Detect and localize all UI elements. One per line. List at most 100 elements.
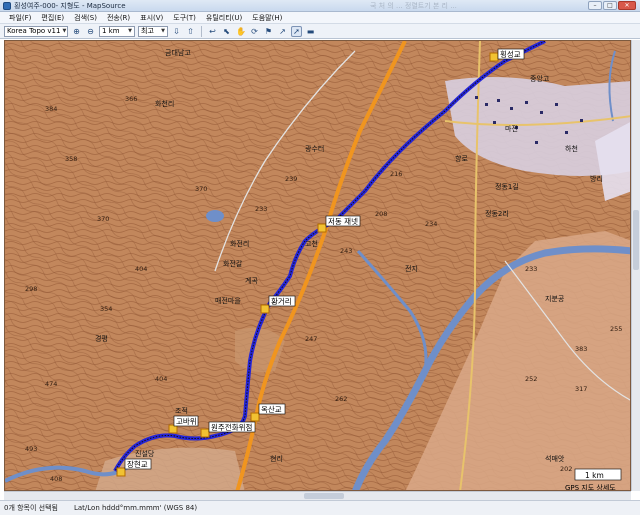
background-window-title: 국 처 의 ... 정렬트기 본 리 ... [370, 2, 457, 10]
window-title: 횡성여주-000- 지형도 - MapSource [14, 2, 126, 10]
app-icon [3, 2, 11, 10]
select-tool-icon[interactable]: ⬉ [221, 26, 232, 37]
elevation-label: 408 [50, 475, 62, 483]
route-tool-icon[interactable]: ↩ [207, 26, 218, 37]
place-label: 지분공 [545, 294, 565, 303]
elevation-label: 255 [610, 325, 622, 333]
waypoint-label: 장현교 [127, 459, 148, 469]
place-label: 현리 [270, 454, 283, 463]
menu-edit[interactable]: 편집(E) [36, 13, 69, 23]
place-label: 고천 [305, 239, 318, 248]
place-label: 광수터 [305, 144, 324, 153]
place-label: 하천 [565, 144, 578, 153]
selection-status: 0개 항목이 선택됨 [4, 504, 58, 512]
waypoint-label: 황거리 [271, 296, 292, 306]
elevation-label: 384 [45, 105, 57, 113]
maximize-button[interactable]: □ [603, 1, 617, 10]
place-label: 계곡 [245, 276, 258, 285]
toolbar-divider [201, 25, 202, 37]
place-label: 석매앗 [545, 454, 565, 463]
elevation-label: 216 [390, 170, 402, 178]
elevation-label: 262 [335, 395, 347, 403]
menu-help[interactable]: 도움말(H) [247, 13, 287, 23]
elevation-label: 234 [425, 220, 437, 228]
hand-pan-icon[interactable]: ✋ [235, 26, 246, 37]
elevation-label: 239 [285, 175, 297, 183]
map-product-select[interactable]: Korea Topo v11 ▼ [4, 25, 68, 37]
menu-tools[interactable]: 도구(T) [168, 13, 201, 23]
chevron-down-icon: ▼ [161, 27, 165, 34]
scale-bar-label: 1 km [585, 471, 604, 480]
close-button[interactable]: ✕ [618, 1, 636, 10]
menu-search[interactable]: 검색(S) [69, 13, 102, 23]
elevation-label: 298 [25, 285, 37, 293]
detail-level-select[interactable]: 최고 ▼ [138, 25, 168, 37]
measure-tool-icon[interactable]: ▬ [305, 26, 316, 37]
place-label: 화전리 [230, 239, 249, 248]
elevation-label: 383 [575, 345, 587, 353]
place-label: 전지 [405, 264, 418, 273]
title-bar: 횡성여주-000- 지형도 - MapSource 국 처 의 ... 정렬트기… [0, 0, 640, 12]
elevation-label: 208 [375, 210, 387, 218]
elevation-label: 247 [305, 335, 317, 343]
vertical-scroll-thumb[interactable] [633, 210, 639, 270]
waypoint-label: 원주전화위점 [211, 422, 252, 432]
menu-transfer[interactable]: 전송(R) [102, 13, 135, 23]
pointer-tool-icon[interactable]: ➚ [291, 25, 302, 37]
vertical-scrollbar[interactable] [631, 40, 640, 491]
place-label: 방리 [590, 174, 603, 183]
elevation-label: 404 [135, 265, 147, 273]
place-label: 금대남고 [165, 48, 191, 57]
map-view[interactable]: 횡성교 저동 재넷 황거리 옥산교 원주전화위점 고바위 장현교 금대남고 화전… [4, 40, 631, 491]
detail-level-value: 최고 [141, 26, 154, 35]
chevron-down-icon: ▼ [62, 27, 67, 34]
place-label: 정동2리 [485, 209, 509, 218]
place-label: 중앙고 [530, 75, 550, 83]
waypoint-label: 횡성교 [500, 49, 521, 59]
elevation-label: 474 [45, 380, 57, 388]
menu-utilities[interactable]: 유틸리티(U) [201, 13, 247, 23]
topo-map[interactable]: 횡성교 저동 재넷 황거리 옥산교 원주전화위점 고바위 장현교 금대남고 화전… [5, 41, 631, 491]
horizontal-scroll-thumb[interactable] [304, 493, 344, 499]
send-to-device-icon[interactable]: ⇧ [185, 26, 196, 37]
scale-bar: 1 km [574, 468, 622, 481]
menu-view[interactable]: 표시(V) [135, 13, 168, 23]
elevation-label: 370 [195, 185, 207, 193]
elevation-label: 358 [65, 155, 77, 163]
elevation-label: 366 [125, 95, 137, 103]
elevation-label: 317 [575, 385, 587, 393]
receive-from-device-icon[interactable]: ⇩ [171, 26, 182, 37]
menu-bar: 파일(F) 편집(E) 검색(S) 전송(R) 표시(V) 도구(T) 유틸리티… [0, 12, 640, 24]
elevation-label: 354 [100, 305, 112, 313]
status-bar: 0개 항목이 선택됨 Lat/Lon hddd°mm.mmm' (WGS 84) [0, 500, 640, 515]
place-label: 조적 [175, 406, 188, 415]
elevation-label: 370 [97, 215, 109, 223]
place-label: 화전갈 [223, 259, 243, 268]
menu-file[interactable]: 파일(F) [4, 13, 36, 23]
elevation-label: 252 [525, 375, 537, 383]
window-controls: – □ ✕ [588, 1, 636, 10]
zoom-in-icon[interactable]: ⊕ [71, 26, 82, 37]
zoom-out-icon[interactable]: ⊖ [85, 26, 96, 37]
map-product-value: Korea Topo v11 [7, 26, 61, 35]
rotate-tool-icon[interactable]: ⟳ [249, 26, 260, 37]
place-label: 마전 [505, 124, 518, 133]
elevation-label: 493 [25, 445, 37, 453]
gps-detail-label: GPS 지도 상세도 [565, 483, 616, 491]
waypoint-icon [489, 52, 499, 62]
minimize-button[interactable]: – [588, 1, 602, 10]
waypoint-icon [116, 467, 126, 477]
elevation-label: 243 [340, 247, 352, 255]
horizontal-scrollbar[interactable] [4, 491, 631, 500]
chevron-down-icon: ▼ [128, 27, 132, 34]
reservoir [206, 210, 224, 222]
waypoint-label: 고바위 [176, 416, 197, 426]
elevation-label: 233 [255, 205, 267, 213]
track-tool-icon[interactable]: ↗ [277, 26, 288, 37]
waypoint-flag-icon[interactable]: ⚑ [263, 26, 274, 37]
place-label: 진설당 [135, 449, 155, 458]
elevation-label: 233 [525, 265, 537, 273]
waypoint-icon [250, 412, 260, 422]
zoom-scale-select[interactable]: 1 km ▼ [99, 25, 135, 37]
place-label: 경평 [95, 334, 108, 343]
